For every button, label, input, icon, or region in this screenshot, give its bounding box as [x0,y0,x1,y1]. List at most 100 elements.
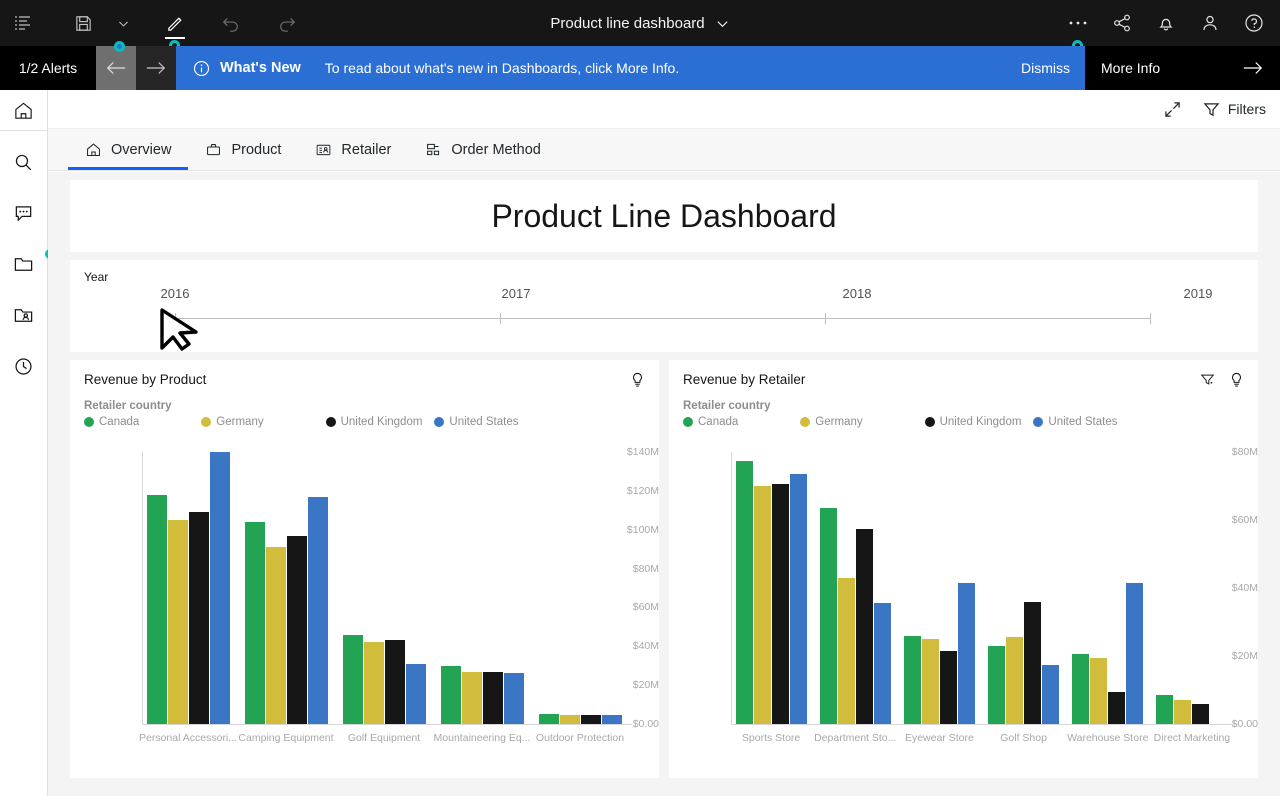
bar[interactable] [580,715,601,724]
bar[interactable] [735,460,753,724]
bar[interactable] [209,452,230,724]
edit-icon[interactable] [152,0,198,51]
legend-item[interactable]: United States [1033,416,1117,428]
bar[interactable] [1174,700,1192,724]
bar[interactable] [503,673,524,724]
year-slider-widget: Year 2016 2017 2018 2019 [70,260,1258,352]
bar[interactable] [146,494,167,724]
banner-message: To read about what's new in Dashboards, … [324,60,680,76]
more-info-button[interactable]: More Info [1085,46,1226,90]
x-axis-tick-label: Direct Marketing [1153,732,1231,744]
bar[interactable] [538,714,559,724]
bar[interactable] [939,650,957,724]
bar[interactable] [482,671,503,724]
lightbulb-icon[interactable] [630,372,645,388]
undo-icon[interactable] [208,0,254,46]
bar[interactable] [988,645,1006,724]
share-icon[interactable] [1100,0,1144,46]
expand-button[interactable] [1164,101,1181,118]
bar[interactable] [1126,582,1144,724]
bar[interactable] [1192,703,1210,724]
legend-item[interactable]: United Kingdom [325,416,422,428]
bar[interactable] [903,635,921,724]
bar[interactable] [1024,601,1042,724]
x-axis-tick-label: Sports Store [741,732,801,744]
help-icon[interactable] [1232,0,1276,46]
redo-icon[interactable] [264,0,310,46]
rail-item-conversations[interactable] [0,190,47,236]
user-avatar-icon[interactable] [1188,0,1232,46]
dashboard-title-widget: Product Line Dashboard [70,180,1258,252]
bar[interactable] [384,640,405,724]
rail-item-home[interactable] [0,90,47,131]
bar[interactable] [188,512,209,724]
filter-icon[interactable] [1200,372,1215,388]
filter-icon [1203,101,1220,118]
legend-item[interactable]: United States [434,416,518,428]
bar[interactable] [1108,691,1126,724]
title-chevron-down-icon[interactable] [715,16,730,31]
bar[interactable] [855,528,873,724]
bar[interactable] [167,520,188,724]
tab-order-method[interactable]: Order Method [408,129,557,170]
year-tick-label[interactable]: 2016 [161,286,190,301]
bar[interactable] [957,582,975,724]
bar[interactable] [342,634,363,724]
y-axis-tick-label: $80M [1231,446,1258,458]
outline-icon[interactable] [0,0,46,46]
bar[interactable] [1006,637,1024,724]
chevron-down-icon[interactable] [106,0,140,46]
bar[interactable] [819,508,837,724]
tab-retailer[interactable]: Retailer [298,129,408,170]
y-axis-tick-label: $80M [632,562,659,575]
bar[interactable] [601,715,622,724]
tab-overview[interactable]: Overview [68,129,189,170]
bar[interactable] [559,715,580,724]
legend-item[interactable]: Canada [84,416,139,428]
rail-item-search[interactable] [0,139,47,185]
bar[interactable] [1042,664,1060,724]
bar[interactable] [307,496,328,724]
bar[interactable] [440,665,461,724]
lightbulb-icon[interactable] [1229,372,1244,388]
bar[interactable] [771,484,789,724]
legend-item[interactable]: Germany [201,416,264,428]
legend-item[interactable]: United Kingdom [924,416,1021,428]
charts-row: Revenue by Product Retailer country Cana… [70,360,1258,778]
bar[interactable] [286,535,307,724]
bar[interactable] [837,577,855,724]
dismiss-button[interactable]: Dismiss [1021,60,1070,76]
year-tick-label[interactable]: 2017 [502,286,531,301]
rail-item-team-content[interactable] [0,292,47,338]
previous-alert-button[interactable] [96,41,136,90]
bar[interactable] [244,521,265,724]
legend-item[interactable]: Canada [683,416,738,428]
tab-product[interactable]: Product [188,129,298,170]
year-slider-track[interactable] [175,313,1151,324]
notification-bell-icon[interactable] [1144,0,1188,46]
overflow-menu-icon[interactable] [1056,0,1100,51]
bar[interactable] [265,547,286,724]
bar[interactable] [753,486,771,724]
bar[interactable] [405,663,426,724]
bar[interactable] [461,671,482,724]
bar[interactable] [1072,654,1090,724]
bar[interactable] [921,639,939,724]
bar[interactable] [1156,695,1174,724]
next-alert-button[interactable] [136,46,176,90]
save-icon[interactable] [60,0,106,46]
mouse-cursor-icon [158,308,204,352]
chart1-icons [630,372,645,388]
bar[interactable] [363,642,384,724]
rail-item-my-content[interactable] [0,241,55,287]
bar[interactable] [789,474,807,724]
year-tick-label[interactable]: 2019 [1184,286,1213,301]
bar[interactable] [873,603,891,724]
legend-item[interactable]: Germany [800,416,863,428]
rail-item-recent[interactable] [0,343,47,389]
tab-retailer-label: Retailer [341,141,392,158]
year-tick-label[interactable]: 2018 [843,286,872,301]
filters-button[interactable]: Filters [1203,101,1266,118]
more-info-arrow-icon[interactable] [1226,46,1280,90]
bar[interactable] [1090,657,1108,724]
